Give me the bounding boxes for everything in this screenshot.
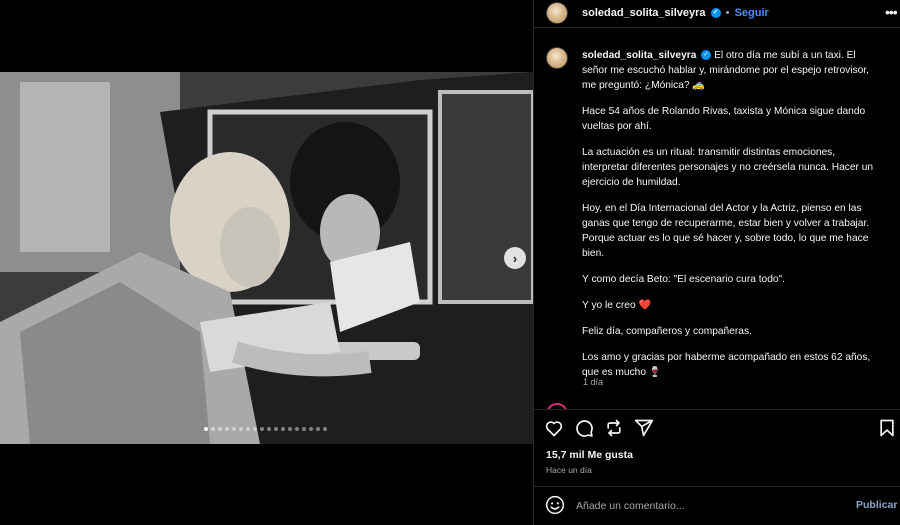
carousel-next-button[interactable]: › bbox=[504, 247, 526, 269]
carousel-dot bbox=[288, 427, 292, 431]
carousel-dot bbox=[218, 427, 222, 431]
caption-paragraph: Los amo y gracias por haberme acompañado… bbox=[582, 352, 871, 378]
carousel-dot bbox=[316, 427, 320, 431]
carousel-dot bbox=[309, 427, 313, 431]
caption-avatar[interactable] bbox=[546, 47, 568, 69]
carousel-dot bbox=[239, 427, 243, 431]
carousel-dot bbox=[260, 427, 264, 431]
username-text: soledad_solita_silveyra bbox=[582, 7, 706, 19]
publish-button[interactable]: Publicar bbox=[856, 499, 897, 511]
carousel-dot bbox=[225, 427, 229, 431]
heart-icon[interactable] bbox=[544, 418, 564, 438]
divider bbox=[534, 27, 900, 28]
verified-badge-icon: ✓ bbox=[701, 50, 712, 61]
separator-dot: • bbox=[725, 7, 730, 19]
carousel-indicator bbox=[204, 427, 327, 431]
more-options-icon[interactable]: ••• bbox=[885, 4, 898, 20]
share-icon[interactable] bbox=[634, 418, 654, 438]
carousel-dot bbox=[204, 427, 208, 431]
post-panel: soledad_solita_silveyra ✓ • Seguir ••• s… bbox=[533, 0, 900, 525]
divider bbox=[534, 409, 900, 410]
carousel-dot bbox=[232, 427, 236, 431]
comment-icon[interactable] bbox=[574, 418, 594, 438]
post-header: soledad_solita_silveyra ✓ • Seguir ••• bbox=[534, 0, 900, 27]
carousel-dot bbox=[281, 427, 285, 431]
carousel-dot bbox=[295, 427, 299, 431]
post-caption: soledad_solita_silveyra ✓ El otro día me… bbox=[582, 48, 882, 391]
caption-paragraph: Hoy, en el Día Internacional del Actor y… bbox=[582, 203, 870, 259]
caption-paragraph: Y como decía Beto: "El escenario cura to… bbox=[582, 274, 785, 285]
caption-paragraph: Y yo le creo ❤️ bbox=[582, 300, 652, 311]
carousel-dot bbox=[302, 427, 306, 431]
caption-paragraph: La actuación es un ritual: transmitir di… bbox=[582, 147, 874, 188]
carousel-dot bbox=[253, 427, 257, 431]
emoji-icon[interactable] bbox=[545, 495, 565, 515]
post-timestamp[interactable]: Hace un día bbox=[546, 465, 592, 475]
carousel-dot bbox=[267, 427, 271, 431]
chevron-right-icon: › bbox=[512, 250, 518, 266]
post-photo[interactable] bbox=[0, 72, 533, 444]
avatar[interactable] bbox=[546, 2, 568, 24]
carousel-dot bbox=[323, 427, 327, 431]
caption-paragraph: Hace 54 años de Rolando Rivas, taxista y… bbox=[582, 106, 866, 132]
username-link[interactable]: soledad_solita_silveyra ✓ • Seguir bbox=[582, 7, 769, 19]
carousel-dot bbox=[246, 427, 250, 431]
repost-icon[interactable] bbox=[604, 418, 624, 438]
carousel-dot bbox=[274, 427, 278, 431]
comment-input[interactable] bbox=[576, 498, 836, 514]
media-area: › bbox=[0, 0, 533, 525]
follow-button[interactable]: Seguir bbox=[735, 7, 769, 19]
divider bbox=[534, 486, 900, 487]
caption-paragraph: Feliz día, compañeros y compañeras. bbox=[582, 326, 752, 337]
bookmark-icon[interactable] bbox=[877, 418, 897, 438]
photo-illustration bbox=[0, 72, 533, 444]
likes-count[interactable]: 15,7 mil Me gusta bbox=[546, 449, 633, 461]
verified-badge-icon: ✓ bbox=[710, 8, 721, 19]
caption-username[interactable]: soledad_solita_silveyra bbox=[582, 50, 696, 61]
caption-timestamp[interactable]: 1 día bbox=[583, 377, 603, 387]
carousel-dot bbox=[211, 427, 215, 431]
